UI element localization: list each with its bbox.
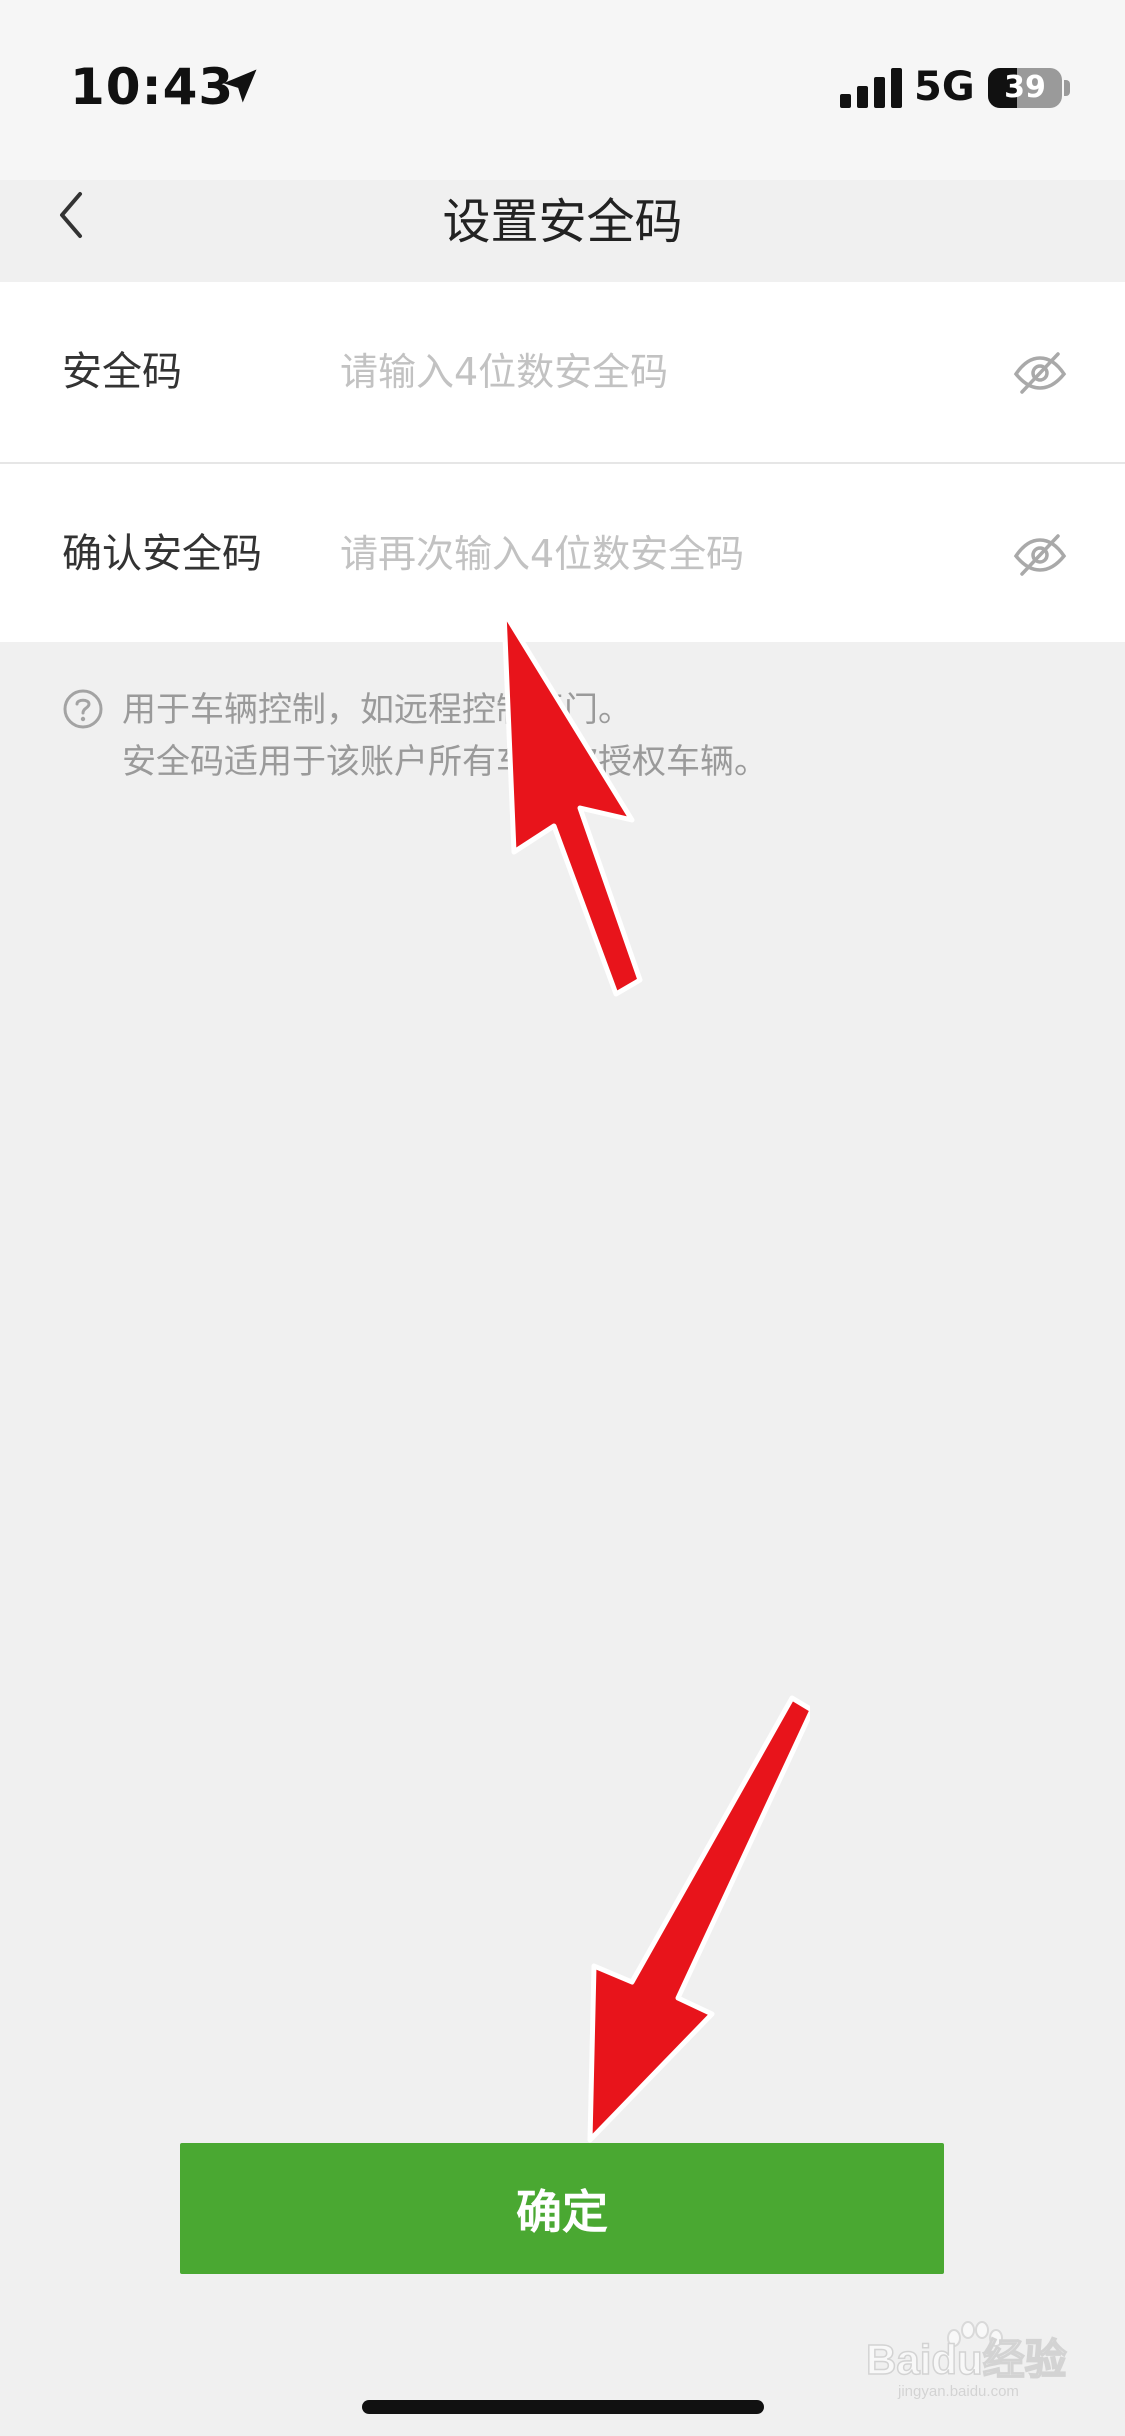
eye-hidden-icon[interactable] <box>1012 346 1068 398</box>
baidu-jingyan-watermark: Baidu经验 jingyan.baidu.com <box>865 2321 1067 2400</box>
security-code-row: 安全码 <box>0 282 1125 462</box>
screen: 10:43 5G 39 设置安全码 安全码 确认安全码 用于车辆控制，如远程控制… <box>0 0 1125 2436</box>
hint-line-2: 安全码适用于该账户所有车及被授权车辆。 <box>122 742 768 782</box>
security-code-input[interactable] <box>340 332 980 412</box>
confirm-security-code-input[interactable] <box>340 514 980 594</box>
location-arrow-icon <box>223 69 257 103</box>
security-code-label: 安全码 <box>62 349 182 395</box>
security-code-form: 安全码 确认安全码 <box>0 282 1125 642</box>
battery-level: 39 <box>1004 70 1046 105</box>
hint-text: 用于车辆控制，如远程控制开门。 安全码适用于该账户所有车及被授权车辆。 <box>122 684 768 788</box>
status-bar: 10:43 5G 39 <box>0 0 1125 180</box>
battery-cap <box>1064 80 1070 96</box>
eye-hidden-icon[interactable] <box>1012 528 1068 580</box>
confirm-security-code-label: 确认安全码 <box>62 531 262 577</box>
network-type: 5G <box>914 64 975 110</box>
annotation-arrow-down <box>587 1695 810 2143</box>
annotation-arrow-up <box>501 609 643 997</box>
cellular-signal-icon <box>840 68 902 108</box>
battery-icon: 39 <box>988 68 1062 108</box>
status-time: 10:43 <box>70 58 235 116</box>
watermark-text: Baidu经验 <box>866 2336 1067 2383</box>
watermark-subtext: jingyan.baidu.com <box>897 2383 1019 2400</box>
page-title: 设置安全码 <box>442 194 683 250</box>
home-indicator[interactable] <box>362 2400 764 2414</box>
hint-line-1: 用于车辆控制，如远程控制开门。 <box>122 690 632 730</box>
confirm-button[interactable]: 确定 <box>180 2143 944 2274</box>
question-circle-icon <box>63 689 103 729</box>
